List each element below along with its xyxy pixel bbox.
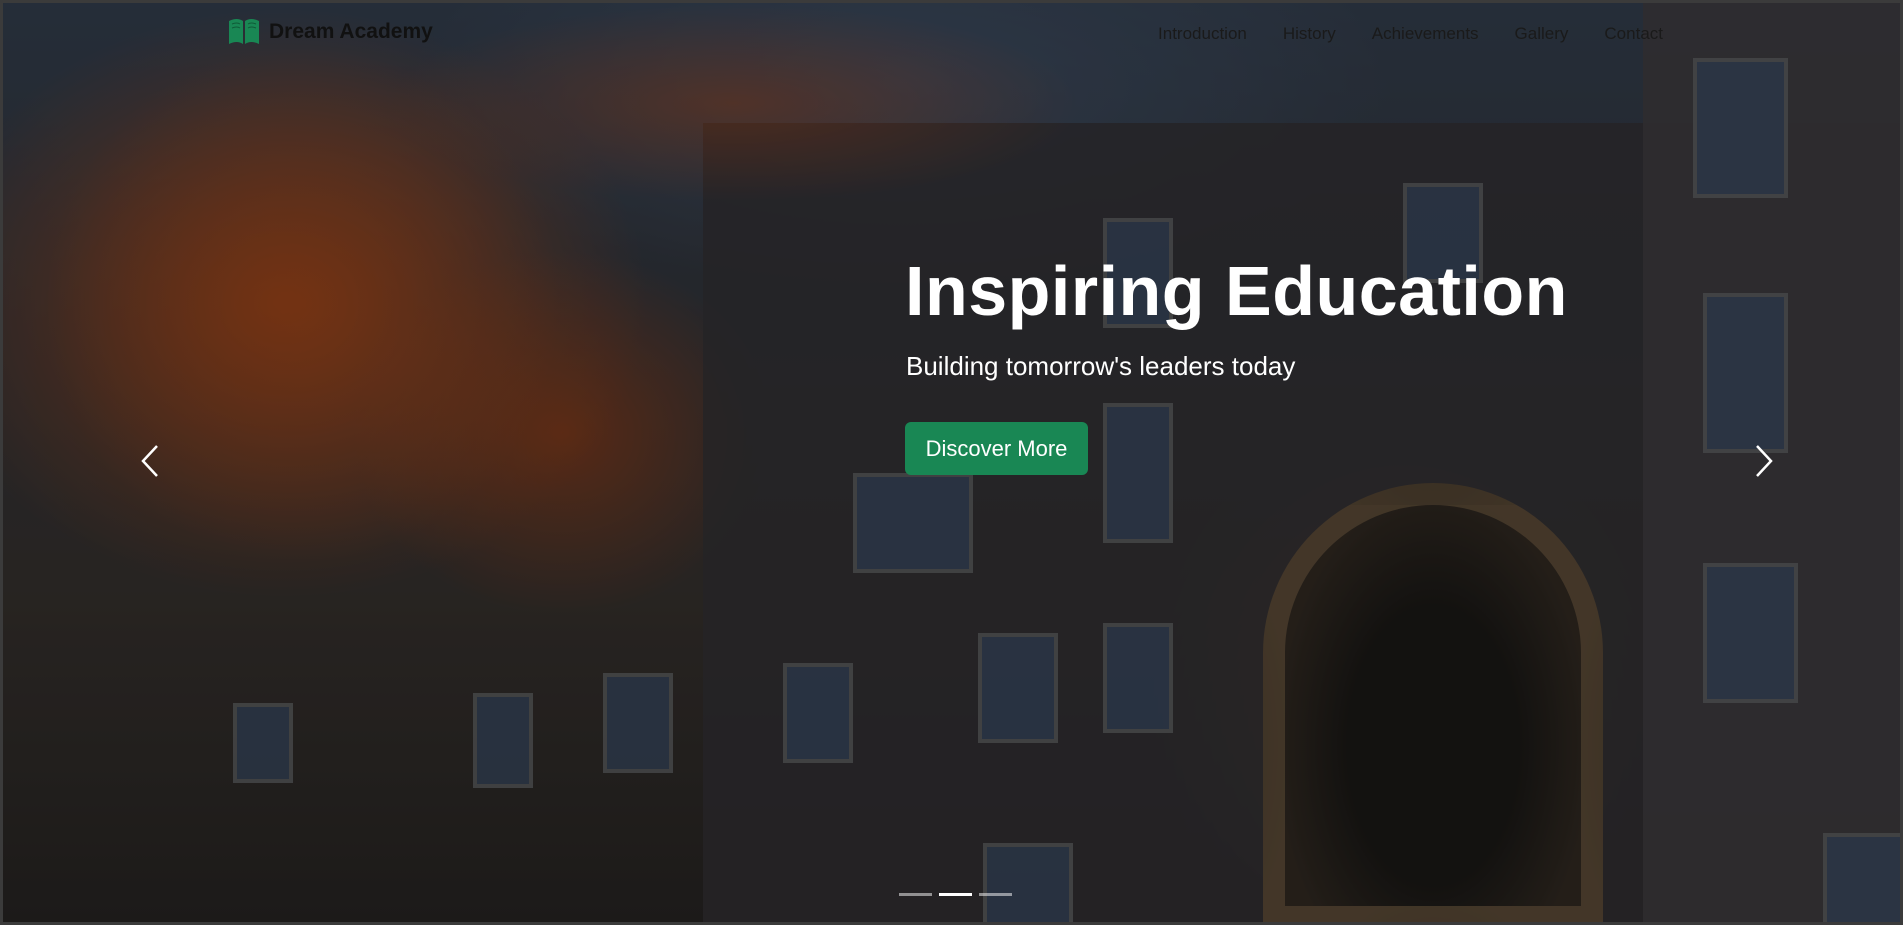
discover-more-button[interactable]: Discover More xyxy=(905,422,1088,475)
hero-subtitle: Building tomorrow's leaders today xyxy=(906,351,1296,381)
carousel-indicators xyxy=(899,893,1012,896)
nav-link-gallery[interactable]: Gallery xyxy=(1515,24,1569,44)
chevron-right-icon xyxy=(1753,443,1775,484)
carousel-indicator-2[interactable] xyxy=(939,893,972,896)
nav-link-introduction[interactable]: Introduction xyxy=(1158,24,1247,44)
brand-logo[interactable]: Dream Academy xyxy=(227,17,433,47)
carousel-prev-button[interactable] xyxy=(130,443,170,483)
carousel-next-button[interactable] xyxy=(1744,443,1784,483)
carousel-indicator-3[interactable] xyxy=(979,893,1012,896)
nav-link-contact[interactable]: Contact xyxy=(1604,24,1663,44)
chevron-left-icon xyxy=(139,443,161,484)
book-icon xyxy=(227,17,261,47)
page-frame: Dream Academy Introduction History Achie… xyxy=(0,0,1903,925)
top-navbar: Dream Academy Introduction History Achie… xyxy=(3,3,1900,65)
brand-name: Dream Academy xyxy=(269,20,433,43)
nav-link-history[interactable]: History xyxy=(1283,24,1336,44)
hero-title: Inspiring Education xyxy=(905,252,1568,330)
nav-link-achievements[interactable]: Achievements xyxy=(1372,24,1479,44)
carousel-indicator-1[interactable] xyxy=(899,893,932,896)
nav-links: Introduction History Achievements Galler… xyxy=(1158,24,1663,44)
